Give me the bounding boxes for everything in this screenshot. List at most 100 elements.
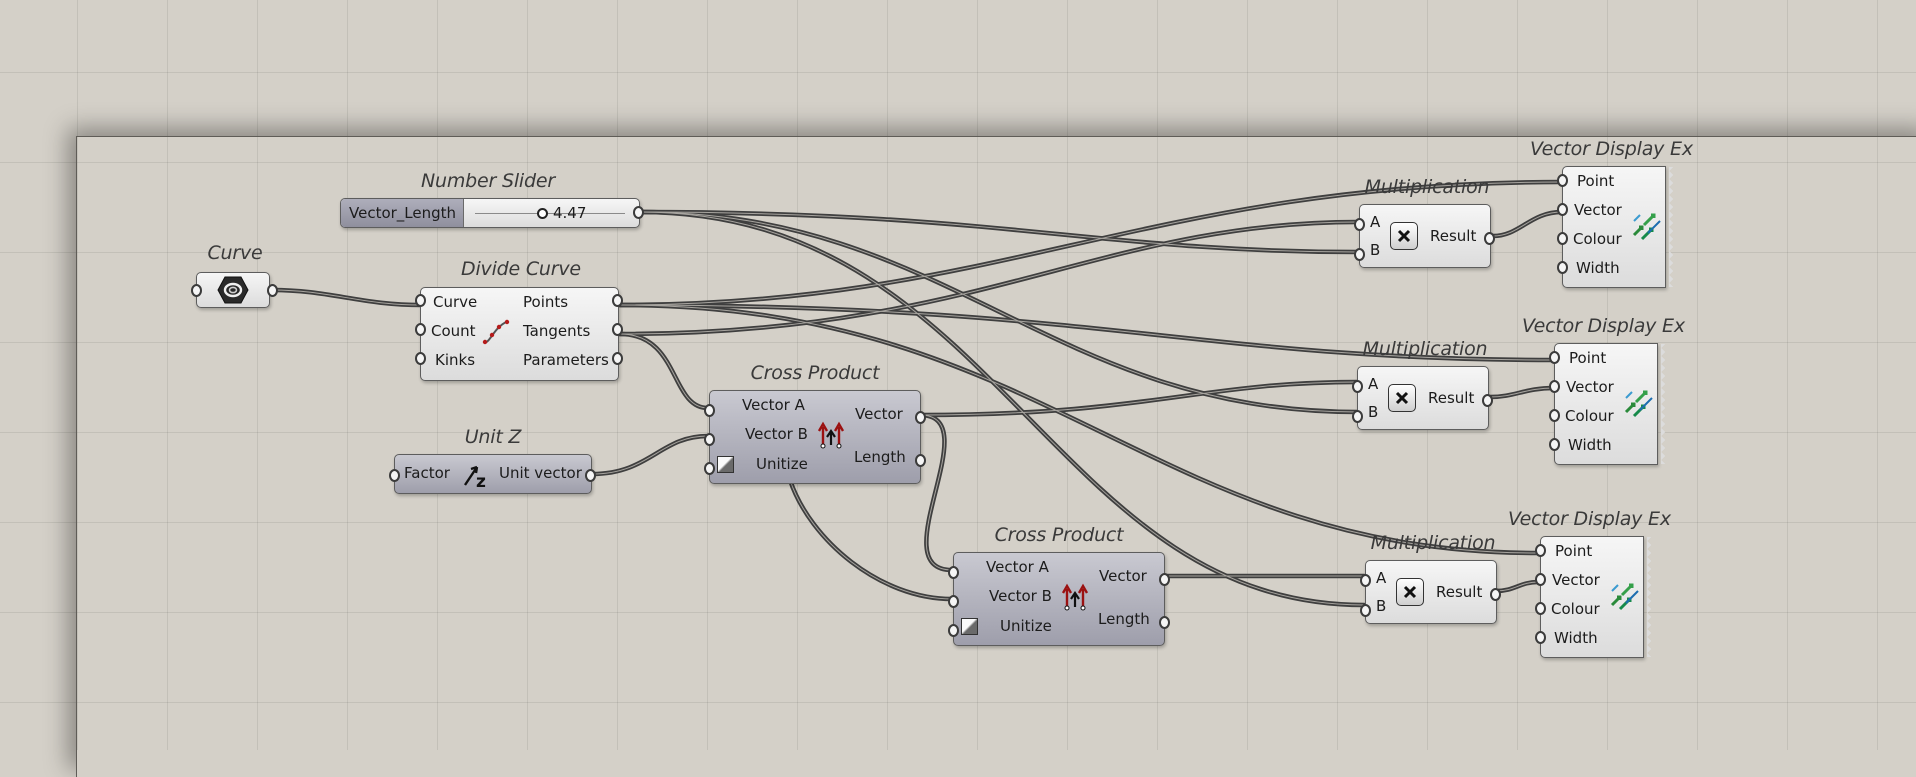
multiplication-component-1[interactable]: Multiplication A B Result bbox=[1354, 176, 1498, 270]
output-length: Length bbox=[1098, 610, 1150, 628]
grasshopper-canvas[interactable]: Curve Number Slider Vector_Length 4.47 D… bbox=[0, 0, 1916, 777]
number-slider-component[interactable]: Number Slider Vector_Length 4.47 bbox=[338, 170, 644, 230]
jagged-edge bbox=[1665, 167, 1673, 287]
component-title: Curve bbox=[207, 242, 263, 264]
input-port-a[interactable] bbox=[1354, 218, 1365, 231]
vector-display-component-2[interactable]: Vector Display Ex Point Vector Colour Wi… bbox=[1522, 315, 1685, 469]
input-port-point[interactable] bbox=[1549, 351, 1560, 364]
input-port-b[interactable] bbox=[1354, 248, 1365, 261]
output-port-unit-vector[interactable] bbox=[585, 469, 596, 482]
curve-component[interactable]: Curve bbox=[190, 242, 280, 312]
slider-handle[interactable] bbox=[537, 208, 548, 219]
cross-product-icon bbox=[1060, 583, 1090, 615]
input-port-colour[interactable] bbox=[1549, 409, 1560, 422]
input-port-vector[interactable] bbox=[1557, 203, 1568, 216]
input-vector-b: Vector B bbox=[989, 587, 1052, 605]
component-body[interactable]: Curve Count Kinks Points Tangents Parame… bbox=[420, 287, 619, 381]
component-body[interactable]: A B Result bbox=[1357, 366, 1489, 430]
input-port-kinks[interactable] bbox=[415, 352, 426, 365]
component-title: Number Slider bbox=[421, 170, 555, 192]
input-port-point[interactable] bbox=[1557, 174, 1568, 187]
component-body[interactable]: A B Result bbox=[1359, 204, 1491, 268]
output-port-vector[interactable] bbox=[1159, 573, 1170, 586]
multiplication-component-3[interactable]: Multiplication A B Result bbox=[1360, 532, 1504, 626]
cross-product-component-1[interactable]: Cross Product Vector A Vector B Unitize … bbox=[704, 362, 926, 486]
input-count: Count bbox=[431, 322, 476, 340]
input-port-curve[interactable] bbox=[415, 294, 426, 307]
component-title: Multiplication bbox=[1362, 338, 1488, 360]
component-body[interactable] bbox=[196, 272, 270, 308]
input-port-count[interactable] bbox=[415, 323, 426, 336]
input-kinks: Kinks bbox=[435, 351, 476, 369]
input-port-vector-b[interactable] bbox=[948, 595, 959, 608]
component-body[interactable]: A B Result bbox=[1365, 560, 1497, 624]
output-port-points[interactable] bbox=[612, 294, 623, 307]
input-b: B bbox=[1376, 597, 1387, 615]
output-points: Points bbox=[523, 293, 569, 311]
component-body[interactable]: Point Vector Colour Width bbox=[1554, 343, 1665, 465]
vector-display-component-3[interactable]: Vector Display Ex Point Vector Colour Wi… bbox=[1508, 508, 1671, 662]
output-port-result[interactable] bbox=[1490, 588, 1501, 601]
input-port-vector[interactable] bbox=[1549, 380, 1560, 393]
input-port-a[interactable] bbox=[1352, 380, 1363, 393]
output-port-tangents[interactable] bbox=[612, 323, 623, 336]
input-port-unitize[interactable] bbox=[704, 462, 715, 475]
input-vector: Vector bbox=[1552, 571, 1600, 589]
input-port-point[interactable] bbox=[1535, 544, 1546, 557]
input-port-unitize[interactable] bbox=[948, 624, 959, 637]
component-title: Cross Product bbox=[750, 362, 880, 384]
component-body[interactable]: Point Vector Colour Width bbox=[1540, 536, 1651, 658]
input-port-a[interactable] bbox=[1360, 574, 1371, 587]
slider-value: 4.47 bbox=[553, 204, 587, 222]
input-port-b[interactable] bbox=[1360, 604, 1371, 617]
input-port-colour[interactable] bbox=[1557, 232, 1568, 245]
input-port-width[interactable] bbox=[1535, 631, 1546, 644]
vector-display-component-1[interactable]: Vector Display Ex Point Vector Colour Wi… bbox=[1530, 138, 1693, 292]
output-port-parameters[interactable] bbox=[612, 352, 623, 365]
slider-body[interactable]: Vector_Length 4.47 bbox=[340, 198, 640, 228]
vector-display-icon bbox=[1608, 581, 1640, 615]
multiplication-component-2[interactable]: Multiplication A B Result bbox=[1352, 338, 1496, 432]
input-width: Width bbox=[1576, 259, 1620, 277]
divide-curve-icon bbox=[481, 318, 511, 350]
input-factor: Factor bbox=[404, 464, 450, 482]
slider-track[interactable] bbox=[475, 213, 625, 214]
input-port-vector-a[interactable] bbox=[948, 566, 959, 579]
input-port[interactable] bbox=[191, 284, 202, 297]
vector-display-icon bbox=[1630, 211, 1662, 245]
input-port-vector[interactable] bbox=[1535, 573, 1546, 586]
input-port-vector-a[interactable] bbox=[704, 404, 715, 417]
input-b: B bbox=[1370, 241, 1381, 259]
input-port-width[interactable] bbox=[1557, 261, 1568, 274]
component-body[interactable]: Vector A Vector B Unitize Vector Length bbox=[709, 390, 921, 484]
input-vector: Vector bbox=[1574, 201, 1622, 219]
component-title: Cross Product bbox=[994, 524, 1124, 546]
output-port-length[interactable] bbox=[915, 454, 926, 467]
input-port-colour[interactable] bbox=[1535, 602, 1546, 615]
component-body[interactable]: Vector A Vector B Unitize Vector Length bbox=[953, 552, 1165, 646]
input-curve: Curve bbox=[433, 293, 478, 311]
input-port-b[interactable] bbox=[1352, 410, 1363, 423]
output-port[interactable] bbox=[633, 206, 644, 219]
output-port-length[interactable] bbox=[1159, 616, 1170, 629]
svg-text:z: z bbox=[476, 472, 486, 489]
input-width: Width bbox=[1554, 629, 1598, 647]
input-port-factor[interactable] bbox=[389, 469, 400, 482]
input-port-width[interactable] bbox=[1549, 438, 1560, 451]
component-body[interactable]: Factor z Unit vector bbox=[394, 454, 592, 494]
input-a: A bbox=[1376, 569, 1387, 587]
unit-z-component[interactable]: Unit Z Factor z Unit vector bbox=[389, 426, 596, 498]
cross-product-component-2[interactable]: Cross Product Vector A Vector B Unitize … bbox=[948, 524, 1170, 648]
component-title: Vector Display Ex bbox=[1530, 138, 1693, 160]
output-port[interactable] bbox=[267, 284, 278, 297]
vector-display-icon bbox=[1622, 388, 1654, 422]
input-port-vector-b[interactable] bbox=[704, 433, 715, 446]
output-port-result[interactable] bbox=[1484, 232, 1495, 245]
unitize-toggle-icon[interactable] bbox=[717, 456, 734, 473]
output-port-result[interactable] bbox=[1482, 394, 1493, 407]
output-port-vector[interactable] bbox=[915, 411, 926, 424]
unitize-toggle-icon[interactable] bbox=[961, 618, 978, 635]
component-body[interactable]: Point Vector Colour Width bbox=[1562, 166, 1673, 288]
divide-curve-component[interactable]: Divide Curve Curve Count Kinks Points Ta… bbox=[415, 258, 624, 383]
multiply-icon bbox=[1390, 222, 1418, 250]
